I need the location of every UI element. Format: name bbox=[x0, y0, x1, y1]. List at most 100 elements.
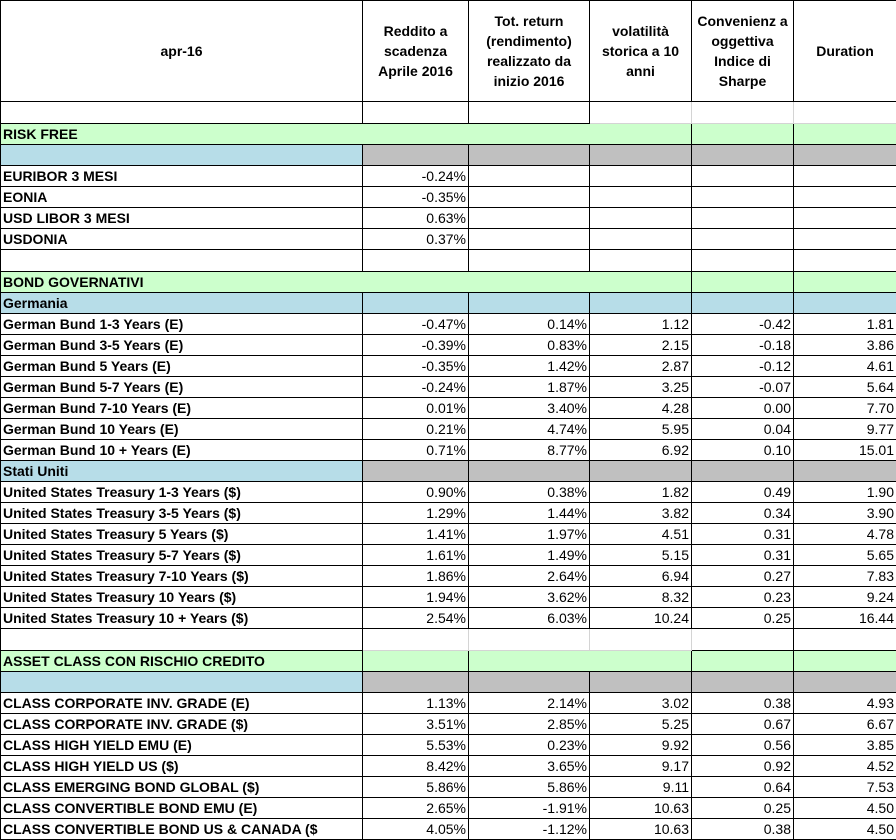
yield-cell[interactable]: 5.53% bbox=[363, 735, 469, 756]
sharpe-cell[interactable]: 0.92 bbox=[692, 756, 794, 777]
total-return-cell[interactable]: 3.62% bbox=[469, 587, 590, 608]
yield-cell[interactable]: 0.90% bbox=[363, 482, 469, 503]
sharpe-cell[interactable]: 0.23 bbox=[692, 587, 794, 608]
sharpe-cell[interactable]: -0.12 bbox=[692, 356, 794, 377]
volatility-cell[interactable]: 9.92 bbox=[590, 735, 692, 756]
sharpe-cell[interactable]: 0.64 bbox=[692, 777, 794, 798]
total-return-cell[interactable]: 2.85% bbox=[469, 714, 590, 735]
empty-cell[interactable] bbox=[794, 250, 896, 272]
duration-cell[interactable] bbox=[794, 187, 896, 208]
volatility-cell[interactable] bbox=[590, 166, 692, 187]
volatility-cell[interactable] bbox=[590, 208, 692, 229]
total-return-cell[interactable]: 1.42% bbox=[469, 356, 590, 377]
volatility-cell[interactable]: 10.63 bbox=[590, 819, 692, 840]
instrument-name-cell[interactable]: CLASS HIGH YIELD US ($) bbox=[1, 756, 363, 777]
sharpe-cell[interactable] bbox=[692, 229, 794, 250]
total-return-cell[interactable]: 4.74% bbox=[469, 419, 590, 440]
subsection-cell[interactable] bbox=[363, 145, 469, 166]
empty-cell[interactable] bbox=[794, 102, 896, 124]
sharpe-cell[interactable]: 0.00 bbox=[692, 398, 794, 419]
volatility-cell[interactable]: 2.87 bbox=[590, 356, 692, 377]
section-cell[interactable] bbox=[692, 272, 794, 293]
volatility-cell[interactable]: 9.11 bbox=[590, 777, 692, 798]
yield-cell[interactable]: -0.47% bbox=[363, 314, 469, 335]
instrument-name-cell[interactable]: German Bund 7-10 Years (E) bbox=[1, 398, 363, 419]
sharpe-cell[interactable]: 0.56 bbox=[692, 735, 794, 756]
subsection-cell[interactable] bbox=[469, 461, 590, 482]
yield-cell[interactable]: -0.35% bbox=[363, 356, 469, 377]
yield-cell[interactable]: 0.71% bbox=[363, 440, 469, 461]
duration-cell[interactable] bbox=[794, 166, 896, 187]
subsection-cell[interactable] bbox=[692, 293, 794, 314]
header-yield-cell[interactable]: Reddito a scadenza Aprile 2016 bbox=[363, 1, 469, 102]
section-title-cell[interactable]: ASSET CLASS CON RISCHIO CREDITO bbox=[1, 651, 363, 672]
yield-cell[interactable]: 2.65% bbox=[363, 798, 469, 819]
instrument-name-cell[interactable]: CLASS HIGH YIELD EMU (E) bbox=[1, 735, 363, 756]
instrument-name-cell[interactable]: CLASS CONVERTIBLE BOND EMU (E) bbox=[1, 798, 363, 819]
subsection-cell[interactable] bbox=[590, 145, 692, 166]
sharpe-cell[interactable]: -0.18 bbox=[692, 335, 794, 356]
duration-cell[interactable]: 4.50 bbox=[794, 798, 896, 819]
section-cell[interactable] bbox=[469, 651, 692, 672]
volatility-cell[interactable]: 5.95 bbox=[590, 419, 692, 440]
instrument-name-cell[interactable]: German Bund 10 + Years (E) bbox=[1, 440, 363, 461]
volatility-cell[interactable]: 5.25 bbox=[590, 714, 692, 735]
yield-cell[interactable]: 0.63% bbox=[363, 208, 469, 229]
subsection-cell[interactable] bbox=[363, 461, 469, 482]
total-return-cell[interactable]: 1.87% bbox=[469, 377, 590, 398]
subsection-cell[interactable] bbox=[590, 672, 692, 693]
subsection-cell[interactable] bbox=[794, 145, 896, 166]
sharpe-cell[interactable]: 0.25 bbox=[692, 608, 794, 629]
sharpe-cell[interactable]: 0.38 bbox=[692, 693, 794, 714]
total-return-cell[interactable]: -1.91% bbox=[469, 798, 590, 819]
total-return-cell[interactable]: -1.12% bbox=[469, 819, 590, 840]
instrument-name-cell[interactable]: EONIA bbox=[1, 187, 363, 208]
instrument-name-cell[interactable]: CLASS CONVERTIBLE BOND US & CANADA ($ bbox=[1, 819, 363, 840]
duration-cell[interactable] bbox=[794, 229, 896, 250]
total-return-cell[interactable]: 5.86% bbox=[469, 777, 590, 798]
sharpe-cell[interactable]: 0.67 bbox=[692, 714, 794, 735]
yield-cell[interactable]: 1.86% bbox=[363, 566, 469, 587]
instrument-name-cell[interactable]: German Bund 5-7 Years (E) bbox=[1, 377, 363, 398]
yield-cell[interactable]: 0.37% bbox=[363, 229, 469, 250]
instrument-name-cell[interactable]: United States Treasury 5-7 Years ($) bbox=[1, 545, 363, 566]
empty-cell[interactable] bbox=[1, 250, 363, 272]
subsection-cell[interactable] bbox=[590, 461, 692, 482]
duration-cell[interactable]: 1.90 bbox=[794, 482, 896, 503]
volatility-cell[interactable]: 4.51 bbox=[590, 524, 692, 545]
duration-cell[interactable]: 3.90 bbox=[794, 503, 896, 524]
duration-cell[interactable]: 4.61 bbox=[794, 356, 896, 377]
header-date-cell[interactable]: apr-16 bbox=[1, 1, 363, 102]
subsection-cell[interactable] bbox=[363, 672, 469, 693]
volatility-cell[interactable]: 6.94 bbox=[590, 566, 692, 587]
subsection-title-cell[interactable]: Germania bbox=[1, 293, 363, 314]
total-return-cell[interactable]: 2.14% bbox=[469, 693, 590, 714]
yield-cell[interactable]: 3.51% bbox=[363, 714, 469, 735]
sharpe-cell[interactable] bbox=[692, 166, 794, 187]
sharpe-cell[interactable]: 0.49 bbox=[692, 482, 794, 503]
sharpe-cell[interactable]: 0.10 bbox=[692, 440, 794, 461]
instrument-name-cell[interactable]: CLASS CORPORATE INV. GRADE ($) bbox=[1, 714, 363, 735]
subsection-cell[interactable] bbox=[794, 293, 896, 314]
volatility-cell[interactable]: 5.15 bbox=[590, 545, 692, 566]
duration-cell[interactable]: 6.67 bbox=[794, 714, 896, 735]
total-return-cell[interactable]: 6.03% bbox=[469, 608, 590, 629]
subsection-title-cell[interactable] bbox=[1, 672, 363, 693]
volatility-cell[interactable]: 3.02 bbox=[590, 693, 692, 714]
total-return-cell[interactable]: 0.23% bbox=[469, 735, 590, 756]
yield-cell[interactable]: 8.42% bbox=[363, 756, 469, 777]
section-cell[interactable] bbox=[692, 124, 794, 145]
subsection-cell[interactable] bbox=[363, 293, 469, 314]
total-return-cell[interactable] bbox=[469, 229, 590, 250]
header-total-return-cell[interactable]: Tot. return (rendimento) realizzato da i… bbox=[469, 1, 590, 102]
section-cell[interactable] bbox=[794, 272, 896, 293]
instrument-name-cell[interactable]: German Bund 5 Years (E) bbox=[1, 356, 363, 377]
sharpe-cell[interactable] bbox=[692, 208, 794, 229]
empty-cell[interactable] bbox=[1, 629, 363, 651]
total-return-cell[interactable]: 2.64% bbox=[469, 566, 590, 587]
volatility-cell[interactable]: 2.15 bbox=[590, 335, 692, 356]
total-return-cell[interactable]: 3.40% bbox=[469, 398, 590, 419]
sharpe-cell[interactable]: 0.25 bbox=[692, 798, 794, 819]
instrument-name-cell[interactable]: German Bund 3-5 Years (E) bbox=[1, 335, 363, 356]
empty-cell[interactable] bbox=[590, 629, 692, 651]
